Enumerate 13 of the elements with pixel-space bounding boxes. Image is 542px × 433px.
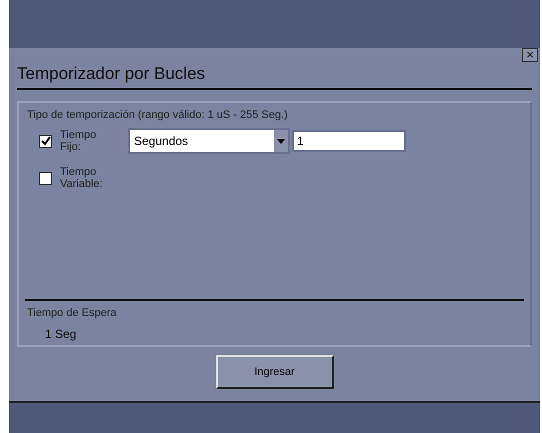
result-label: Tiempo de Espera	[27, 307, 118, 319]
window-title: Temporizador por Bucles	[17, 63, 206, 85]
unit-dropdown[interactable]: Segundos	[128, 128, 290, 154]
submit-button[interactable]: Ingresar	[216, 355, 334, 389]
caret-icon	[277, 138, 285, 144]
checkbox[interactable]	[39, 134, 52, 148]
group-label: Tipo de temporización (rango válido: 1 uS - 255 Seg.)	[27, 109, 289, 121]
close-button[interactable]: ×	[522, 48, 538, 62]
result-value: 1 Seg	[45, 327, 78, 341]
value-field[interactable]: 1	[292, 130, 406, 152]
checkbox[interactable]	[39, 172, 52, 184]
option-label: Tiempo Fijo:	[60, 129, 98, 153]
option-label: Tiempo Variable:	[60, 166, 104, 190]
